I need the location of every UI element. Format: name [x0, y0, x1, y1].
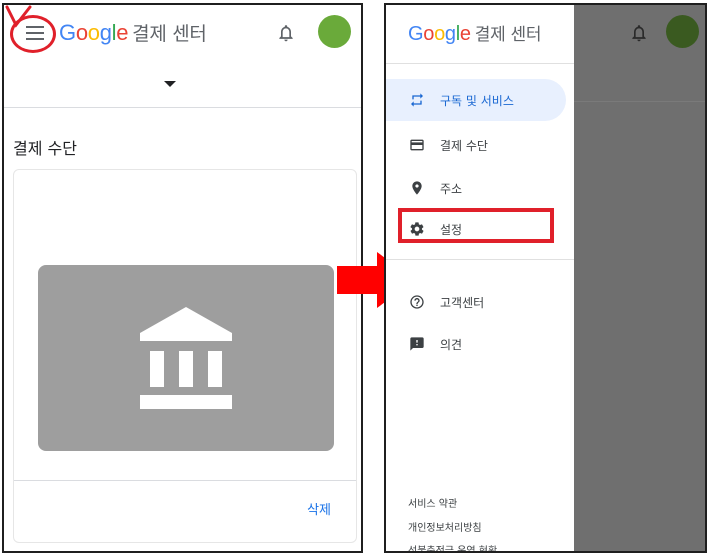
- drawer-item-payment-methods[interactable]: 결제 수단: [386, 124, 566, 166]
- avatar: [666, 15, 699, 48]
- page-title: 결제 수단: [13, 139, 77, 158]
- drawer-item-label: 주소: [440, 181, 463, 196]
- logo-letter: o: [423, 23, 435, 45]
- app-title: 결제 센터: [132, 23, 207, 45]
- drawer-item-label: 구독 및 서비스: [440, 93, 514, 108]
- drawer-item-label: 결제 수단: [440, 138, 488, 153]
- logo-letter: o: [75, 20, 88, 45]
- right-screenshot: Google 결제 센터 구독 및 서비스 결제 수단 주소 설정 고객센터 의…: [384, 3, 707, 553]
- dropdown-caret-icon[interactable]: [164, 81, 176, 87]
- location-pin-icon: [408, 179, 426, 197]
- logo-letter: e: [459, 23, 471, 45]
- background-divider: [574, 101, 705, 102]
- annotation-highlight-box: [398, 208, 554, 243]
- footer-link-prepaid[interactable]: 선불충전금 운영 현황: [408, 542, 497, 551]
- bank-icon: [140, 307, 232, 409]
- divider: [4, 107, 361, 108]
- drawer-item-label: 의견: [440, 337, 463, 352]
- drawer-scrim[interactable]: [574, 5, 705, 551]
- footer-link-terms[interactable]: 서비스 약관: [408, 495, 457, 510]
- google-logo: Google 결제 센터: [59, 19, 207, 46]
- logo-letter: o: [87, 20, 100, 45]
- bell-icon[interactable]: [276, 22, 296, 44]
- logo-letter: g: [99, 20, 112, 45]
- logo-letter: g: [444, 23, 456, 45]
- top-app-bar: Google 결제 센터: [4, 5, 361, 61]
- drawer-item-subscriptions[interactable]: 구독 및 서비스: [386, 79, 566, 121]
- bell-icon: [632, 25, 646, 42]
- drawer-item-address[interactable]: 주소: [386, 167, 566, 209]
- bank-account-tile: [38, 265, 334, 451]
- feedback-icon: [408, 335, 426, 353]
- credit-card-icon: [408, 136, 426, 154]
- logo-letter: o: [434, 23, 445, 45]
- drawer-divider: [386, 259, 574, 260]
- left-screenshot: Google 결제 센터 결제 수단 삭제: [2, 3, 363, 553]
- navigation-drawer: Google 결제 센터 구독 및 서비스 결제 수단 주소 설정 고객센터 의…: [386, 5, 574, 551]
- app-title: 결제 센터: [474, 25, 542, 45]
- help-circle-icon: [408, 293, 426, 311]
- annotation-check-mark: [5, 5, 32, 28]
- sync-arrows-icon: [408, 91, 426, 109]
- drawer-divider: [386, 63, 574, 64]
- drawer-item-help-center[interactable]: 고객센터: [386, 281, 566, 323]
- drawer-item-feedback[interactable]: 의견: [386, 323, 566, 365]
- drawer-item-label: 고객센터: [440, 295, 485, 310]
- delete-button[interactable]: 삭제: [307, 499, 331, 518]
- logo-letter: G: [59, 20, 76, 45]
- footer-link-privacy[interactable]: 개인정보처리방침: [408, 519, 482, 534]
- card-divider: [14, 480, 356, 481]
- avatar[interactable]: [318, 15, 351, 48]
- payment-method-card: 삭제: [13, 169, 357, 543]
- google-logo: Google 결제 센터: [408, 20, 542, 46]
- logo-letter: G: [408, 23, 424, 45]
- logo-letter: e: [116, 20, 129, 45]
